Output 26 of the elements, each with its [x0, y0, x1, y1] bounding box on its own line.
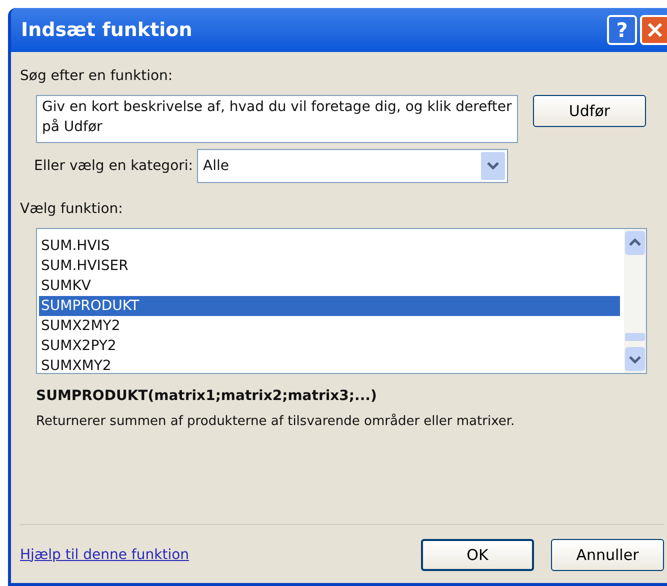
function-signature: SUMPRODUKT(matrix1;matrix2;matrix3;...): [36, 387, 378, 406]
scrollbar[interactable]: [624, 229, 646, 373]
search-label: Søg efter en funktion:: [20, 67, 174, 86]
ok-button[interactable]: OK: [421, 539, 534, 571]
function-list-item[interactable]: SUMX2PY2: [39, 336, 620, 356]
go-button[interactable]: Udfør: [533, 95, 646, 127]
function-list-item[interactable]: SUMPRODUKT: [39, 296, 620, 316]
close-icon: [647, 22, 663, 38]
close-button[interactable]: [640, 15, 667, 45]
category-label: Eller vælg en kategori:: [34, 156, 193, 176]
function-list-item[interactable]: SUM.HVIS: [39, 236, 620, 256]
function-list-item[interactable]: SUMX2MY2: [39, 316, 620, 336]
function-list-item[interactable]: SUM.HVISER: [39, 256, 620, 276]
help-button[interactable]: ?: [607, 15, 637, 45]
function-list-item[interactable]: SUMXMY2: [39, 356, 620, 376]
scroll-up-icon[interactable]: [625, 231, 645, 255]
function-description: Returnerer summen af produkterne af tilsvarende områder eller matrixer.: [36, 412, 516, 431]
help-link[interactable]: Hjælp til denne funktion: [20, 544, 404, 566]
scroll-thumb[interactable]: [625, 333, 645, 341]
window-title: Indsæt funktion: [21, 18, 194, 43]
search-field[interactable]: Giv en kort beskrivelse af, hvad du vil foretage dig, og klik derefter på Udfør: [36, 95, 518, 143]
cancel-button[interactable]: Annuller: [551, 539, 664, 571]
category-dropdown[interactable]: Alle: [197, 149, 508, 183]
scroll-down-icon[interactable]: [625, 347, 645, 371]
function-list-item[interactable]: SUMKV: [39, 276, 620, 296]
function-list-label: Vælg funktion:: [20, 200, 124, 219]
